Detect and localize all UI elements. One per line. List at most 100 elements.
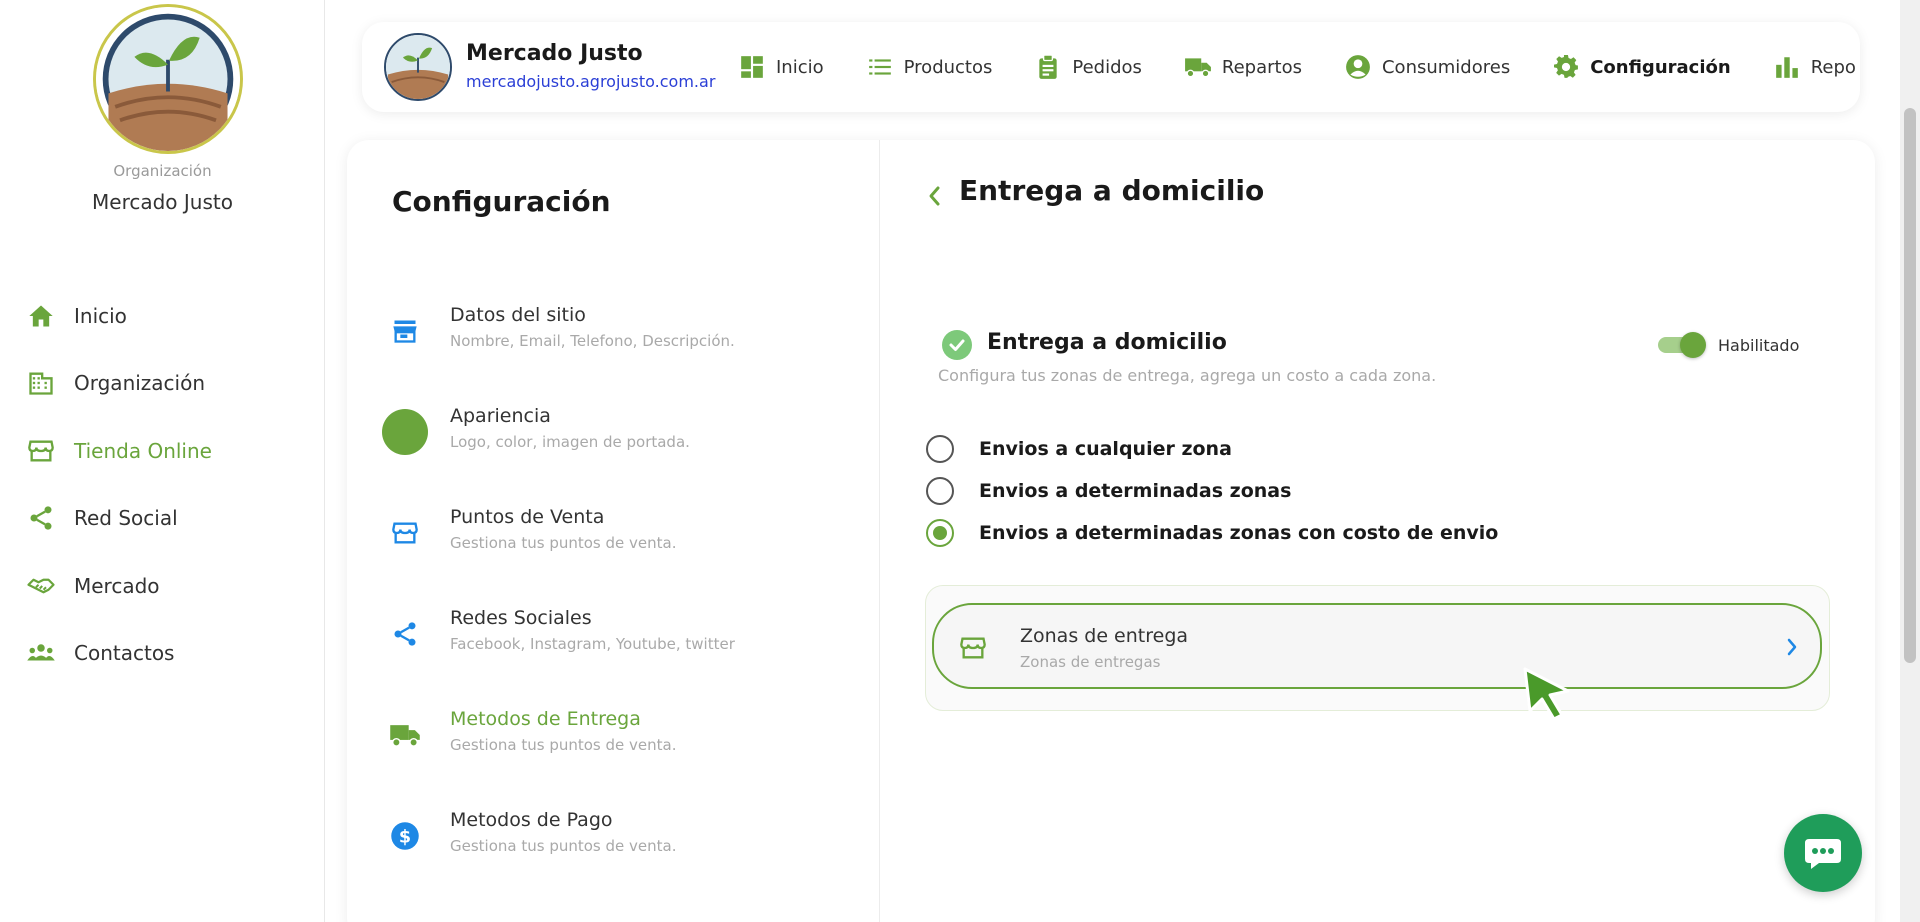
option-any-zone[interactable]: Envios a cualquier zona [926, 428, 1498, 470]
enabled-toggle[interactable] [1658, 332, 1710, 358]
zonas-de-entrega-card[interactable]: Zonas de entrega Zonas de entregas [932, 603, 1822, 689]
top-nav-reportes[interactable]: Repo [1773, 53, 1856, 81]
color-swatch-icon [382, 409, 428, 455]
settings-item-metodos-de-entrega[interactable]: Metodos de Entrega Gestiona tus puntos d… [382, 704, 862, 805]
dashboard-icon [738, 53, 766, 81]
section-title: Entrega a domicilio [987, 330, 1227, 355]
settings-item-title: Apariencia [450, 405, 551, 427]
org-name: Mercado Justo [92, 190, 233, 214]
toggle-thumb [1680, 332, 1706, 358]
top-nav-label: Pedidos [1072, 56, 1142, 78]
page-scrollbar[interactable] [1900, 0, 1920, 922]
settings-item-subtitle: Gestiona tus puntos de venta. [450, 837, 677, 855]
top-nav-label: Inicio [776, 56, 824, 78]
settings-item-title: Metodos de Pago [450, 809, 613, 831]
share-icon [26, 503, 56, 533]
back-button[interactable] [920, 178, 948, 214]
settings-item-title: Datos del sitio [450, 304, 586, 326]
top-nav-label: Consumidores [1381, 56, 1511, 78]
top-nav-label: Configuración [1590, 56, 1731, 78]
dollar-icon: $ [382, 813, 428, 859]
people-icon [26, 638, 56, 668]
handshake-icon [26, 571, 56, 601]
sidebar-item-organizacion[interactable]: Organización [0, 350, 325, 418]
settings-item-subtitle: Facebook, Instagram, Youtube, twitter [450, 635, 735, 653]
storefront-icon [958, 633, 988, 663]
sidebar-item-label: Red Social [74, 506, 178, 531]
zones-subtitle: Zonas de entregas [1020, 653, 1161, 671]
bar-chart-icon [1773, 53, 1801, 81]
top-nav-pedidos[interactable]: Pedidos [1034, 53, 1142, 81]
sidebar-item-label: Mercado [74, 573, 160, 598]
sidebar-item-tienda-online[interactable]: Tienda Online [0, 417, 325, 485]
radio-label: Envios a cualquier zona [979, 438, 1232, 460]
gear-icon [1552, 53, 1580, 81]
top-nav-repartos[interactable]: Repartos [1184, 53, 1302, 81]
user-circle-icon [1344, 53, 1372, 81]
top-nav-label: Repartos [1221, 56, 1302, 78]
radio-button[interactable] [926, 435, 954, 463]
sidebar-item-mercado[interactable]: Mercado [0, 552, 325, 620]
settings-item-puntos-de-venta[interactable]: Puntos de Venta Gestiona tus puntos de v… [382, 502, 862, 603]
sidebar-item-inicio[interactable]: Inicio [0, 282, 325, 350]
truck-icon [1184, 53, 1212, 81]
top-nav-inicio[interactable]: Inicio [738, 53, 824, 81]
settings-item-title: Redes Sociales [450, 607, 592, 629]
settings-item-subtitle: Nombre, Email, Telefono, Descripción. [450, 332, 735, 350]
svg-text:$: $ [399, 827, 411, 847]
toggle-label: Habilitado [1718, 336, 1800, 355]
sidebar-item-label: Tienda Online [74, 438, 212, 463]
sidebar-item-label: Contactos [74, 641, 175, 666]
scrollbar-thumb[interactable] [1904, 108, 1916, 663]
organization-logo [93, 4, 243, 154]
detail-title: Entrega a domicilio [959, 174, 1265, 207]
delivery-options: Envios a cualquier zona Envios a determi… [926, 428, 1498, 554]
chevron-right-icon [1782, 632, 1802, 662]
top-nav-label: Repo [1810, 56, 1856, 78]
sidebar-item-label: Organización [74, 371, 206, 396]
radio-button[interactable] [926, 477, 954, 505]
top-nav-configuracion[interactable]: Configuración [1552, 53, 1731, 81]
top-nav-consumidores[interactable]: Consumidores [1344, 53, 1510, 81]
sidebar-item-red-social[interactable]: Red Social [0, 485, 325, 553]
settings-item-title: Metodos de Entrega [450, 708, 641, 730]
option-specific-zones[interactable]: Envios a determinadas zonas [926, 470, 1498, 512]
option-specific-zones-with-cost[interactable]: Envios a determinadas zonas con costo de… [926, 512, 1498, 554]
settings-item-title: Puntos de Venta [450, 506, 605, 528]
sidebar: Organización Mercado Justo Inicio Organi… [0, 0, 325, 922]
top-nav: Inicio Productos Pedidos Repartos Consum… [738, 22, 1860, 112]
sidebar-nav: Inicio Organización Tienda Online Red So… [0, 282, 325, 687]
org-caption: Organización [113, 162, 212, 180]
sidebar-item-label: Inicio [74, 303, 127, 328]
building-icon [26, 368, 56, 398]
truck-icon [382, 712, 428, 758]
top-nav-productos[interactable]: Productos [866, 53, 992, 81]
chat-bubble-icon [1805, 839, 1841, 869]
settings-title: Configuración [392, 185, 611, 218]
settings-item-redes-sociales[interactable]: Redes Sociales Facebook, Instagram, Yout… [382, 603, 862, 704]
radio-label: Envios a determinadas zonas [979, 480, 1292, 502]
storefront-icon [26, 436, 56, 466]
brand-logo[interactable] [384, 33, 452, 101]
list-icon [866, 53, 894, 81]
settings-menu: Configuración Datos del sitio Nombre, Em… [347, 140, 880, 922]
settings-item-datos-del-sitio[interactable]: Datos del sitio Nombre, Email, Telefono,… [382, 300, 862, 401]
brand-url-link[interactable]: mercadojusto.agrojusto.com.ar [466, 72, 715, 91]
main-card: Configuración Datos del sitio Nombre, Em… [347, 140, 1875, 922]
chat-button[interactable] [1784, 814, 1862, 892]
sidebar-item-contactos[interactable]: Contactos [0, 620, 325, 688]
settings-item-metodos-de-pago[interactable]: $ Metodos de Pago Gestiona tus puntos de… [382, 805, 862, 906]
store-icon [382, 308, 428, 354]
settings-item-subtitle: Gestiona tus puntos de venta. [450, 534, 677, 552]
storefront-icon [382, 510, 428, 556]
share-icon [382, 611, 428, 657]
top-header: Mercado Justo mercadojusto.agrojusto.com… [362, 22, 1860, 112]
section-subtitle: Configura tus zonas de entrega, agrega u… [938, 366, 1437, 385]
radio-button-selected[interactable] [926, 519, 954, 547]
settings-item-subtitle: Logo, color, imagen de portada. [450, 433, 690, 451]
check-circle-icon [942, 330, 972, 360]
radio-label: Envios a determinadas zonas con costo de… [979, 522, 1499, 544]
settings-list: Datos del sitio Nombre, Email, Telefono,… [382, 300, 862, 906]
settings-item-apariencia[interactable]: Apariencia Logo, color, imagen de portad… [382, 401, 862, 502]
clipboard-icon [1034, 53, 1062, 81]
